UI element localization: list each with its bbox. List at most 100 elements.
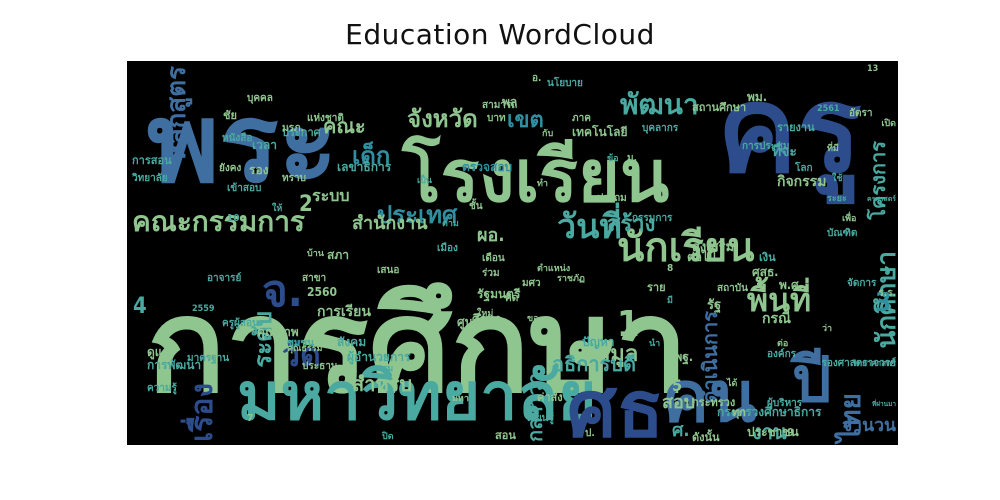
word-164: ตาม [442,219,459,229]
word-134: กรรมการ [632,213,673,224]
word-161: เปิด [881,118,896,129]
word-71: ปัญหา [582,335,615,349]
word-159: ให้ [272,202,282,214]
word-18: หลักสูตร [162,66,193,162]
word-29: 2 [299,192,313,217]
word-132: ชัย [223,109,237,122]
word-68: การสอน [132,154,172,167]
word-44: ศ. [672,420,690,441]
word-93: สถาบัน [717,282,748,294]
word-154: ข้อ [607,153,619,164]
word-155: นำ [649,338,660,349]
word-147: คุณธรรม [287,344,323,354]
word-165: ต่อ [777,338,788,349]
word-95: คิด [505,292,518,304]
word-131: ทราบ [282,173,306,184]
word-109: 9 [787,426,794,439]
word-100: สภา [327,248,349,262]
word-76: วิชา [392,317,410,329]
word-114: ภาค [572,113,591,124]
word-97: รัฐ [707,298,721,314]
word-86: พ.ศ. [779,278,803,292]
word-31: 4 [133,294,147,319]
word-87: ศสธ. [752,265,778,279]
word-153: รับ [407,398,418,409]
word-125: หนังสือ [222,132,252,144]
word-37: ดำเนินการ [698,311,722,404]
word-152: กรม [377,364,393,374]
word-107: สอน [495,429,516,442]
word-56: 2560 [307,285,337,299]
word-118: อ. [532,73,541,84]
word-35: กลาวว่า [523,373,547,442]
word-156: มี [667,295,673,306]
word-143: บัณฑิต [827,227,857,239]
word-11: พัฒนา [620,88,699,121]
word-78: มศว [522,278,541,289]
word-115: เทคโนโลยี [572,124,628,139]
word-79: ประถม [597,192,627,204]
word-145: ครุศาสตร์ [867,195,896,203]
word-148: อัตรา [849,107,873,119]
word-85: พม. [747,90,767,104]
word-138: กับ [542,128,553,139]
word-120: ตำแหน่ง [537,263,570,274]
word-57: 2559 [192,304,215,314]
word-81: ดังนั้น [692,429,720,444]
word-106: ประธาน [302,360,338,372]
word-94: บาท [487,113,506,124]
word-90: มรภ. [282,123,304,134]
word-88: ร.ร. [878,288,896,299]
word-26: โครงการ [866,141,890,221]
word-140: ขอ [527,314,539,324]
word-64: ครูผู้สอน [222,317,259,330]
word-75: บ้าน [307,248,325,259]
word-62: สังคม [337,335,366,349]
word-58: 2561 [817,104,840,114]
word-141: อาจารย์ [207,272,241,284]
word-124: วิทยาศาสตร์ [852,358,897,368]
word-52: กรณี [762,311,791,327]
word-126: ยังคง [219,162,241,174]
word-74: สาขา [302,273,326,284]
word-10: จังหวัด [407,105,478,133]
word-117: ม. [627,153,637,164]
word-99: ชั้น [469,198,483,212]
word-27: สำนักงาน [352,213,428,234]
word-122: เสนอ [377,265,399,276]
word-42: ผอ. [477,225,505,246]
word-50: รายงาน [777,121,815,134]
word-112: 10 [227,213,240,224]
word-6: ศธ [567,365,664,445]
word-33: 1 [617,304,640,345]
word-28: ระบบ [312,186,350,205]
word-43: จ. [262,266,303,317]
word-45: ผู้อำนวยการ [347,350,411,365]
word-130: องค์กร [767,348,797,360]
word-128: มาตรฐาน [187,353,229,364]
word-49: กิจกรรม [776,174,826,190]
word-91: แห่งชาติ [307,112,344,124]
word-101: เรียนรู้ [527,412,554,425]
word-113: 13 [867,64,878,74]
word-166: เพื่อ [842,211,856,224]
word-55: การเรียน [317,304,371,320]
word-158: ว่า [822,323,832,334]
word-146: กระทรวง [692,396,735,409]
word-135: บุคคล [247,93,273,104]
word-151: ใช้ [832,172,843,184]
word-80: ค่าสั่ง [537,389,563,404]
word-46: ตรวจสอบ [462,160,512,174]
word-150: ใหม่ [477,307,493,319]
word-84: โลก [794,161,813,174]
word-121: เมือง [437,242,458,254]
word-15: เขต [507,108,544,133]
word-163: ทำ [537,178,548,189]
word-66: เวลา [252,138,277,152]
word-157: ได้ [726,377,738,389]
word-104: นโยบาย [547,76,583,89]
word-92: บุคลากร [642,123,679,134]
word-38: สอบ [662,392,695,413]
word-103: ร่วม [482,267,500,279]
chart-title: Education WordCloud [345,18,655,51]
